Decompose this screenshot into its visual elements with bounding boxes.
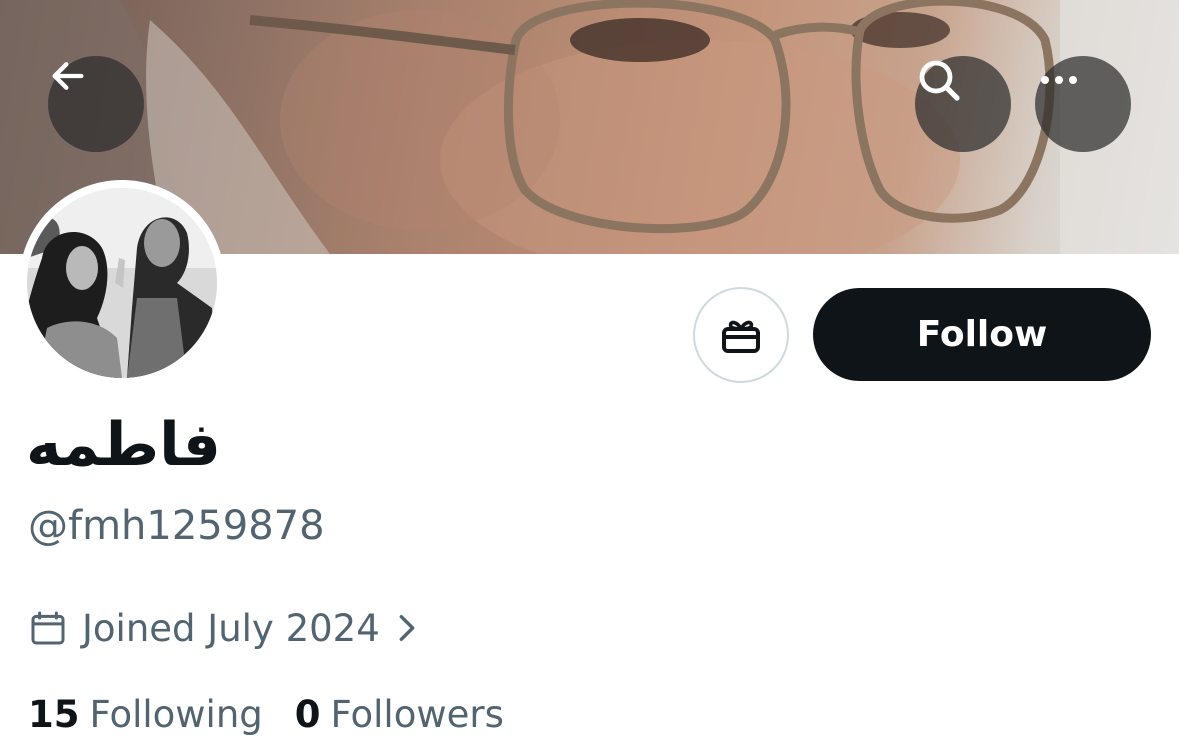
more-horizontal-icon [1041,76,1077,84]
following-label: Following [89,692,263,736]
arrow-left-icon [52,62,84,90]
gift-icon [722,320,760,353]
search-icon [919,60,960,101]
follow-stats: 15 Following 0 Followers [28,686,504,742]
more-button[interactable] [1035,56,1131,152]
followers-label: Followers [330,692,504,736]
followers-link[interactable]: 0 Followers [295,693,504,736]
search-button[interactable] [915,56,1011,152]
avatar-image [27,188,217,378]
following-link[interactable]: 15 Following [28,693,263,736]
avatar[interactable] [19,180,225,386]
followers-count: 0 [294,692,321,736]
calendar-icon [31,611,65,645]
follow-button[interactable]: Follow [813,288,1151,381]
joined-date: Joined July 2024 [82,606,380,650]
joined-date-row[interactable]: Joined July 2024 [28,600,420,656]
gift-button[interactable] [693,287,789,383]
chevron-right-icon [394,611,420,645]
user-handle: @fmh1259878 [28,503,325,549]
display-name: فاطمه [26,410,221,480]
following-count: 15 [28,692,80,736]
back-button[interactable] [48,56,144,152]
